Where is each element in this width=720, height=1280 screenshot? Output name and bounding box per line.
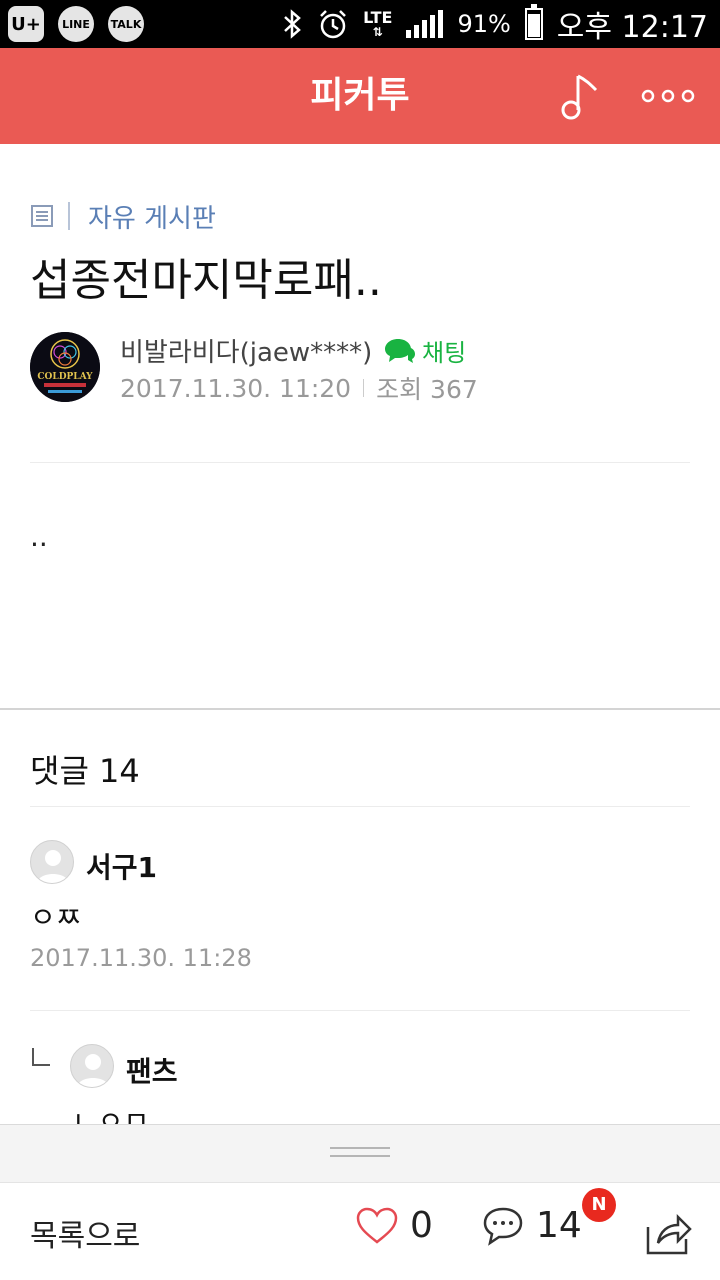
comments-header: 댓글 14 [30, 752, 140, 790]
post-meta: 2017.11.30. 11:20 조회 367 [120, 370, 478, 406]
post-body: .. [30, 520, 48, 553]
clock: 오후 12:17 [556, 10, 708, 45]
like-button[interactable]: 0 [356, 1205, 433, 1246]
comment-drawer[interactable] [0, 1124, 720, 1182]
board-breadcrumb[interactable]: 자유 게시판 [30, 198, 216, 234]
app-header: 피커투 [0, 48, 720, 144]
section-divider [0, 708, 720, 710]
commenter-avatar[interactable] [30, 840, 74, 884]
drag-handle-icon[interactable] [330, 1147, 390, 1157]
notification-icons: U+ LINE TALK [8, 6, 144, 42]
coldplay-avatar-image: COLDPLAY [30, 332, 100, 402]
comment-button[interactable]: 14 [482, 1205, 582, 1246]
default-avatar-icon [37, 850, 69, 883]
more-icon[interactable] [640, 86, 696, 106]
author-avatar[interactable]: COLDPLAY [30, 332, 100, 402]
post-date: 2017.11.30. 11:20 [120, 373, 352, 403]
reply-author-name[interactable]: 팬츠 [126, 1050, 178, 1090]
comment-divider [30, 1010, 690, 1011]
chat-bubble-icon [385, 338, 415, 363]
board-list-icon [31, 205, 53, 227]
status-bar: U+ LINE TALK LTE ⇅ 91% 오후 12:17 [0, 0, 720, 48]
reply-avatar[interactable] [70, 1044, 114, 1088]
back-to-list-button[interactable]: 목록으로 [30, 1211, 140, 1255]
like-count: 0 [410, 1205, 433, 1246]
comment-text: ㅇㅉ [30, 901, 82, 934]
post-title: 섭종전마지막로패.. [30, 255, 382, 306]
chat-button[interactable]: 채팅 [384, 333, 466, 368]
board-name[interactable]: 자유 게시판 [88, 198, 216, 235]
system-icons: LTE ⇅ 91% 오후 12:17 [281, 0, 708, 48]
data-arrows-icon: ⇅ [372, 25, 383, 39]
commenter-name[interactable]: 서구1 [86, 846, 157, 886]
comment-date: 2017.11.30. 11:28 [30, 944, 252, 972]
battery-icon [524, 4, 543, 40]
alarm-icon [320, 10, 346, 39]
cafe-title[interactable]: 피커투 [0, 48, 720, 144]
signal-icon [406, 10, 444, 38]
chat-label: 채팅 [422, 339, 467, 367]
reply-indicator-icon [32, 1048, 50, 1066]
new-comments-badge: N [582, 1188, 616, 1222]
network-type: LTE ⇅ [363, 8, 393, 39]
comment-icon [483, 1207, 523, 1246]
heart-icon [356, 1207, 398, 1244]
kakaotalk-app-icon: TALK [108, 6, 144, 42]
default-avatar-icon [77, 1054, 109, 1087]
svg-text:COLDPLAY: COLDPLAY [37, 372, 93, 382]
header-divider [30, 462, 690, 463]
comments-divider [30, 806, 690, 807]
battery-percent: 91% [457, 10, 511, 38]
view-count: 조회 367 [376, 375, 478, 404]
comment-count: 14 [536, 1205, 582, 1246]
bluetooth-icon [284, 9, 301, 39]
line-app-icon: LINE [58, 6, 94, 42]
breadcrumb-divider [68, 202, 70, 230]
music-note-icon[interactable] [556, 70, 606, 122]
meta-divider [363, 379, 365, 397]
author-name[interactable]: 비발라비다(jaew****) [120, 332, 372, 369]
uplus-app-icon: U+ [8, 6, 44, 42]
share-icon[interactable] [644, 1209, 692, 1257]
